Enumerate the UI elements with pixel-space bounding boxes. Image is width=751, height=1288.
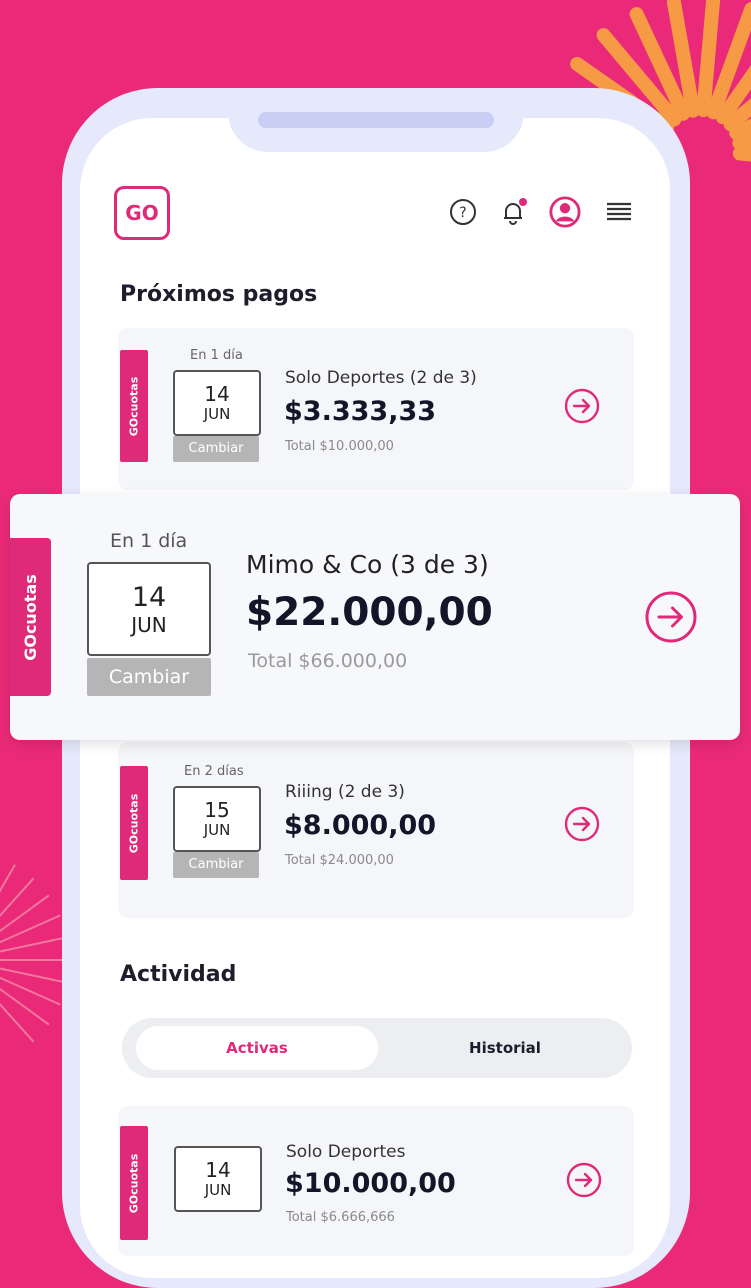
merchant-name: Solo Deportes (2 de 3) xyxy=(285,368,477,388)
gocuotas-tag: GOcuotas xyxy=(120,350,148,462)
merchant-name: Riiing (2 de 3) xyxy=(285,782,405,802)
tab-activas[interactable]: Activas xyxy=(136,1026,378,1070)
gocuotas-tag: GOcuotas xyxy=(120,1126,148,1240)
svg-text:?: ? xyxy=(459,205,466,221)
payment-card-highlighted[interactable]: GOcuotas En 1 día 14 JUN Cambiar Mimo & … xyxy=(10,494,740,740)
payment-amount: $3.333,33 xyxy=(284,396,437,427)
help-icon[interactable]: ? xyxy=(447,196,479,228)
menu-icon[interactable] xyxy=(603,196,635,228)
cambiar-button[interactable]: Cambiar xyxy=(87,658,211,696)
payment-total: Total $24.000,00 xyxy=(285,853,394,868)
date-box: 14 JUN xyxy=(173,370,261,436)
cambiar-button[interactable]: Cambiar xyxy=(173,436,259,462)
due-label: En 2 días xyxy=(184,764,244,779)
merchant-name: Solo Deportes xyxy=(286,1142,406,1162)
phone-notch xyxy=(228,100,524,152)
arrow-right-icon[interactable] xyxy=(644,590,698,644)
arrow-right-icon[interactable] xyxy=(564,806,600,842)
payment-amount: $22.000,00 xyxy=(246,590,493,635)
payment-card[interactable]: GOcuotas En 1 día 14 JUN Cambiar Solo De… xyxy=(118,328,634,490)
arrow-right-icon[interactable] xyxy=(564,388,600,424)
payment-total: Total $10.000,00 xyxy=(285,439,394,454)
cambiar-button[interactable]: Cambiar xyxy=(173,852,259,878)
arrow-right-icon[interactable] xyxy=(566,1162,602,1198)
merchant-name: Mimo & Co (3 de 3) xyxy=(246,550,489,579)
payment-total: Total $66.000,00 xyxy=(248,650,408,672)
tab-historial[interactable]: Historial xyxy=(384,1026,626,1070)
date-box: 15 JUN xyxy=(173,786,261,852)
user-icon[interactable] xyxy=(549,196,581,228)
proximos-pagos-title: Próximos pagos xyxy=(120,282,318,307)
gocuotas-tag: GOcuotas xyxy=(120,766,148,880)
go-logo[interactable]: GO xyxy=(114,186,170,240)
actividad-title: Actividad xyxy=(120,962,237,987)
payment-card[interactable]: GOcuotas En 2 días 15 JUN Cambiar Riiing… xyxy=(118,742,634,918)
payment-amount: $8.000,00 xyxy=(284,810,437,841)
gocuotas-tag: GOcuotas xyxy=(10,538,51,696)
due-label: En 1 día xyxy=(110,530,188,552)
date-box: 14 JUN xyxy=(174,1146,262,1212)
activity-card[interactable]: GOcuotas 14 JUN Solo Deportes $10.000,00… xyxy=(118,1106,634,1256)
date-box: 14 JUN xyxy=(87,562,211,656)
due-label: En 1 día xyxy=(190,348,243,363)
activity-amount: $10.000,00 xyxy=(285,1168,456,1199)
activity-tabs: Activas Historial xyxy=(122,1018,632,1078)
bell-icon[interactable] xyxy=(497,196,529,228)
activity-total: Total $6.666,666 xyxy=(286,1210,395,1225)
